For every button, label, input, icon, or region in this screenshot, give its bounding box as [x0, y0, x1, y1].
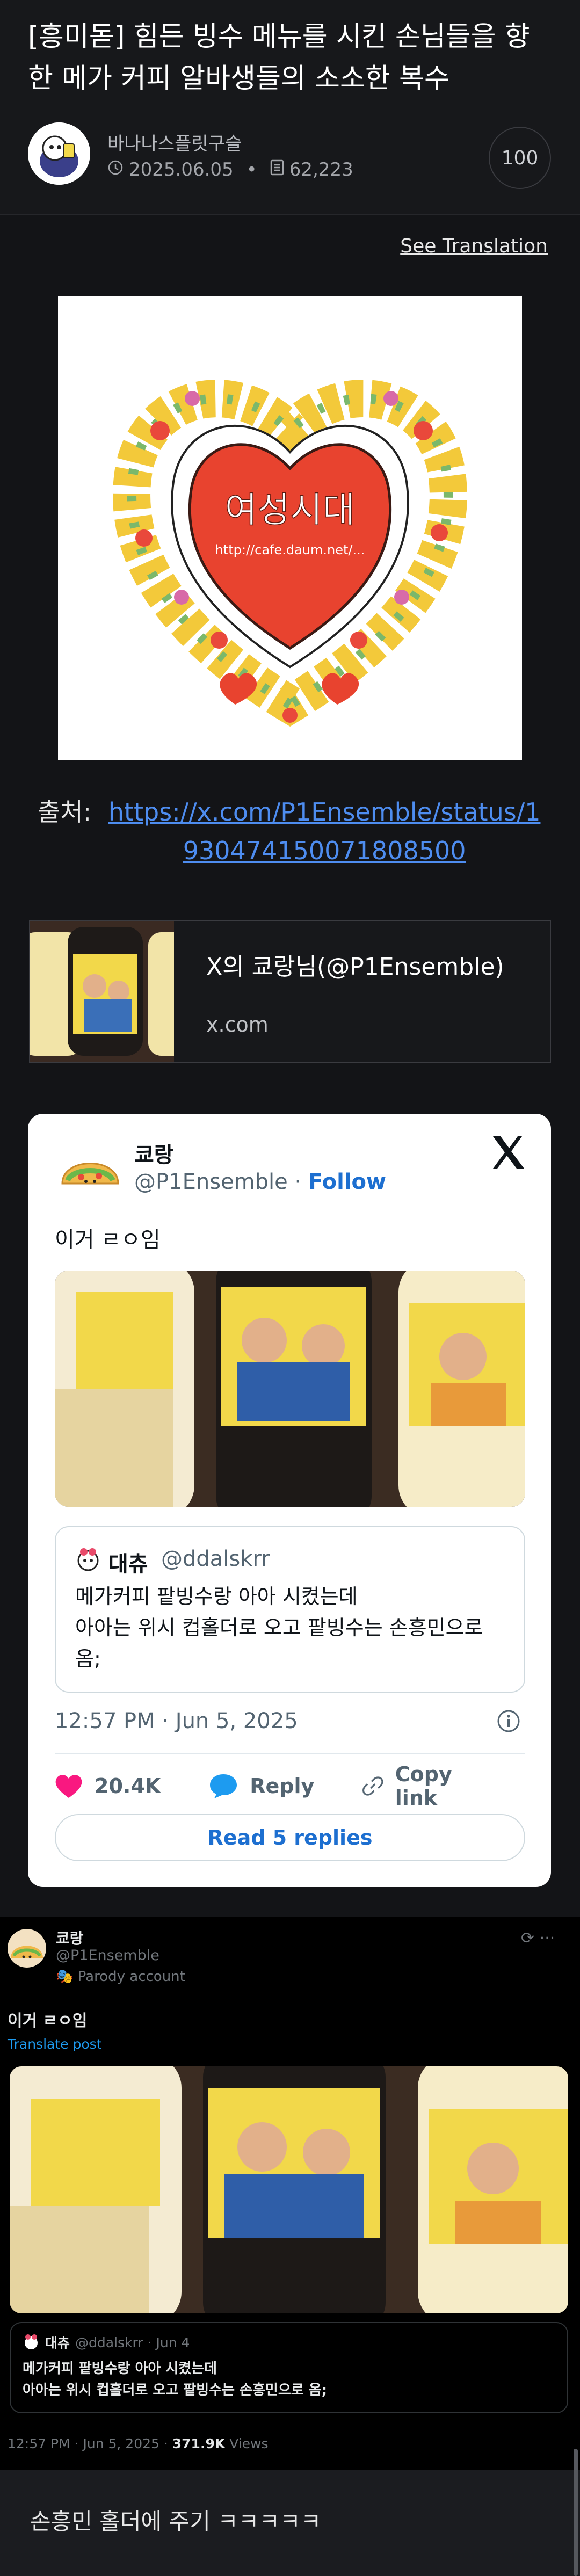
screenshot-quote-name: 대츄 [45, 2335, 70, 2351]
screenshot-quote-header: 대츄 @ddalskrr · Jun 4 [23, 2333, 190, 2352]
page: [흥미돋] 힘든 빙수 메뉴를 시킨 손님들을 향한 메가 커피 알바생들의 소… [0, 0, 580, 2576]
parody-label-row: 🎭 Parody account [56, 1969, 185, 1985]
like-count: 20.4K [95, 1774, 161, 1798]
heart-title: 여성시대 [225, 489, 356, 531]
heart-subtext: http://cafe.daum.net/... [215, 542, 365, 557]
link-icon [363, 1776, 383, 1796]
follow-button[interactable]: Follow [308, 1170, 386, 1194]
copy-link-label: Copy link [395, 1762, 452, 1810]
tweet-author-handle-row: @P1Ensemble · Follow [134, 1170, 386, 1194]
scrollbar-thumb[interactable] [574, 2449, 578, 2576]
tweet-timestamp[interactable]: 12:57 PM · Jun 5, 2025 [55, 1709, 298, 1733]
reply-button[interactable]: Reply [209, 1773, 314, 1799]
tweet-text: 이거 ㄹㅇ임 [55, 1228, 161, 1252]
quote-author-handle: @ddalskrr [161, 1547, 270, 1571]
screenshot-quote-avatar-icon [25, 2334, 38, 2349]
translate-post-link: Translate post [8, 2036, 102, 2052]
screenshot-views-label: Views [225, 2436, 269, 2451]
screenshot-quote-line: 아아는 위시 컵홀더로 오고 팥빙수는 손흥민으로 옴; [23, 2382, 328, 2398]
comment-item[interactable]: 손흥민 홀더에 주기 ㅋㅋㅋㅋㅋ [0, 2470, 580, 2576]
copy-link-button[interactable]: Copy link [363, 1762, 477, 1810]
clock-icon [107, 159, 124, 180]
tweet-divider [55, 1753, 525, 1754]
meta-separator: • [246, 159, 257, 180]
comment-text: 손흥민 홀더에 주기 ㅋㅋㅋㅋㅋ [30, 2508, 322, 2535]
link-domain: x.com [206, 1013, 269, 1036]
author-name[interactable]: 바나나스플릿구슬 [107, 129, 242, 155]
tweet-author-name[interactable]: 쿄랑 [134, 1137, 174, 1169]
see-translation-link[interactable]: See Translation [400, 235, 548, 257]
reply-bubble-icon [210, 1774, 237, 1798]
link-title: X의 쿄랑님(@P1Ensemble) [206, 953, 504, 981]
source-line: 출처: https://x.com/P1Ensemble/status/1930… [38, 793, 553, 870]
handle-separator: · [294, 1170, 308, 1194]
screenshot-author-name: 쿄랑 [56, 1929, 84, 1947]
main-image: 여성시대 http://cafe.daum.net/... [58, 296, 522, 760]
post-date: 2025.06.05 [129, 159, 234, 180]
tweet-actions: 20.4K Reply Copy link [55, 1762, 525, 1810]
link-thumbnail [30, 921, 174, 1062]
link-preview-card[interactable]: X의 쿄랑님(@P1Ensemble) x.com [29, 920, 551, 1063]
post-title: [흥미돋] 힘든 빙수 메뉴를 시킨 손님들을 향한 메가 커피 알바생들의 소… [28, 21, 530, 95]
quoted-tweet[interactable]: 대츄 @ddalskrr 메가커피 팥빙수랑 아아 시켰는데 아아는 위시 컵홀… [55, 1526, 525, 1693]
source-label: 출처: [38, 797, 92, 826]
comment-count-button[interactable]: 100 [489, 127, 551, 189]
post-views: 62,223 [289, 159, 353, 180]
screenshot-text: 이거 ㄹㅇ임 [8, 2012, 88, 2030]
views-icon [270, 159, 284, 180]
screenshot-quoted-tweet: 대츄 @ddalskrr · Jun 4 메가커피 팥빙수랑 아아 시켰는데 아… [10, 2322, 568, 2413]
info-icon[interactable] [496, 1709, 521, 1733]
like-button[interactable]: 20.4K [55, 1773, 161, 1799]
post-header: [흥미돋] 힘든 빙수 메뉴를 시킨 손님들을 향한 메가 커피 알바생들의 소… [0, 0, 580, 215]
author-avatar[interactable] [28, 122, 90, 185]
read-replies-button[interactable]: Read 5 replies [55, 1814, 525, 1861]
screenshot-quote-meta: @ddalskrr · Jun 4 [75, 2334, 190, 2350]
taco-avatar-icon[interactable] [57, 1135, 124, 1202]
quote-line: 아아는 위시 컵홀더로 오고 팥빙수는 손흥민으로 [75, 1616, 483, 1639]
screenshot-footer: 12:57 PM · Jun 5, 2025 · 371.9K Views [8, 2436, 269, 2451]
screenshot-author-handle: @P1Ensemble [56, 1947, 160, 1964]
mask-icon: 🎭 [56, 1969, 78, 1985]
screenshot-views: 371.9K [172, 2436, 226, 2451]
x-logo-icon[interactable] [489, 1133, 527, 1172]
tweet-media-image[interactable] [55, 1271, 525, 1507]
tweet-screenshot: 쿄랑 @P1Ensemble 🎭 Parody account ⟳ ··· 이거… [0, 1917, 580, 2470]
parody-label: Parody account [77, 1969, 185, 1985]
quote-avatar-icon [75, 1547, 101, 1572]
quote-line: 옴; [75, 1647, 101, 1671]
post-meta: 2025.06.05 • 62,223 [107, 159, 353, 180]
screenshot-quote-line: 메가커피 팥빙수랑 아아 시켰는데 [23, 2361, 218, 2377]
quote-line: 메가커피 팥빙수랑 아아 시켰는데 [75, 1585, 358, 1608]
screenshot-more-icons: ⟳ ··· [521, 1929, 555, 1948]
screenshot-taco-avatar-icon [8, 1929, 46, 1968]
screenshot-time: 12:57 PM · Jun 5, 2025 · [8, 2436, 172, 2451]
quote-author-name: 대츄 [108, 1552, 148, 1577]
source-link[interactable]: https://x.com/P1Ensemble/status/19304741… [104, 793, 545, 870]
reply-label: Reply [250, 1774, 315, 1798]
screenshot-media-image [10, 2066, 568, 2313]
tweet-embed: 쿄랑 @P1Ensemble · Follow 이거 ㄹㅇ임 대츄 @ddals… [28, 1114, 551, 1887]
tweet-author-handle[interactable]: @P1Ensemble [134, 1170, 288, 1194]
heart-icon [55, 1775, 82, 1798]
